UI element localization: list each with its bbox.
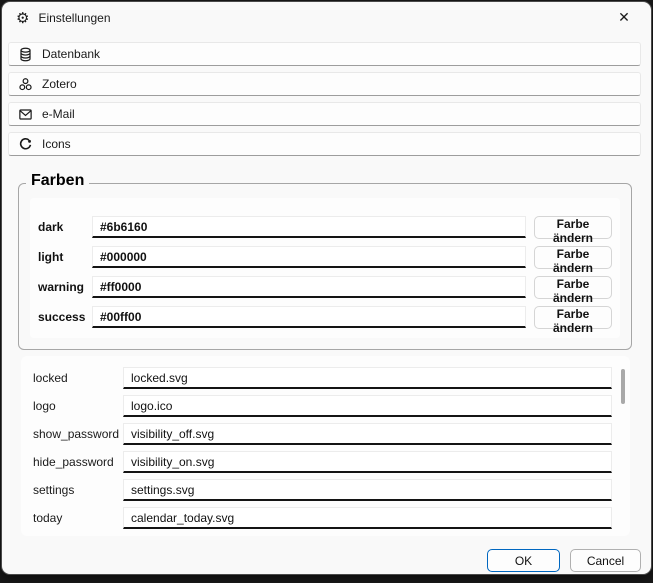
settings-dialog: ⚙ Einstellungen ✕ Datenbank Zotero	[2, 2, 651, 574]
farben-legend: Farben	[26, 172, 89, 190]
farben-panel: dark Farbe ändern light Farbe ändern war…	[30, 198, 620, 338]
section-list: Datenbank Zotero e-Mail Icons	[8, 42, 641, 162]
cancel-button[interactable]: Cancel	[570, 549, 641, 572]
color-input-success[interactable]	[92, 306, 526, 328]
color-row-light: light Farbe ändern	[36, 246, 612, 268]
color-label: success	[36, 310, 92, 324]
icon-row-label: show_password	[33, 427, 123, 441]
close-icon: ✕	[618, 9, 630, 26]
close-button[interactable]: ✕	[601, 2, 647, 33]
icon-row-today: today	[33, 507, 612, 529]
color-row-success: success Farbe ändern	[36, 306, 612, 328]
icon-input-hide-password[interactable]	[123, 451, 612, 473]
change-color-button-light[interactable]: Farbe ändern	[534, 246, 612, 269]
color-label: warning	[36, 280, 92, 294]
sync-icon	[18, 137, 33, 152]
section-label: e-Mail	[42, 107, 75, 121]
section-header-email[interactable]: e-Mail	[8, 102, 641, 126]
section-header-icons[interactable]: Icons	[8, 132, 641, 156]
mail-icon	[18, 107, 33, 122]
section-label: Icons	[42, 137, 71, 151]
icon-input-show-password[interactable]	[123, 423, 612, 445]
section-header-zotero[interactable]: Zotero	[8, 72, 641, 96]
icon-row-settings: settings	[33, 479, 612, 501]
zotero-icon	[18, 77, 33, 92]
change-color-button-success[interactable]: Farbe ändern	[534, 306, 612, 329]
icon-input-locked[interactable]	[123, 367, 612, 389]
icon-row-label: logo	[33, 399, 123, 413]
section-label: Zotero	[42, 77, 77, 91]
color-label: light	[36, 250, 92, 264]
icon-row-label: today	[33, 511, 123, 525]
title-bar[interactable]: ⚙ Einstellungen ✕	[2, 2, 651, 34]
icon-row-hide-password: hide_password	[33, 451, 612, 473]
icon-input-settings[interactable]	[123, 479, 612, 501]
change-color-button-warning[interactable]: Farbe ändern	[534, 276, 612, 299]
window-title: Einstellungen	[38, 11, 110, 25]
color-row-dark: dark Farbe ändern	[36, 216, 612, 238]
gear-icon: ⚙	[16, 11, 29, 26]
section-header-datenbank[interactable]: Datenbank	[8, 42, 641, 66]
icon-row-label: hide_password	[33, 455, 123, 469]
color-input-warning[interactable]	[92, 276, 526, 298]
color-input-light[interactable]	[92, 246, 526, 268]
icon-row-label: locked	[33, 371, 123, 385]
color-row-warning: warning Farbe ändern	[36, 276, 612, 298]
change-color-button-dark[interactable]: Farbe ändern	[534, 216, 612, 239]
ok-button[interactable]: OK	[487, 549, 560, 572]
icon-row-locked: locked	[33, 367, 612, 389]
vertical-scrollbar-thumb[interactable]	[621, 369, 625, 404]
database-icon	[18, 47, 33, 62]
icon-input-today[interactable]	[123, 507, 612, 529]
section-label: Datenbank	[42, 47, 100, 61]
icon-files-panel: locked logo show_password hide_password …	[21, 356, 630, 536]
color-label: dark	[36, 220, 92, 234]
icon-row-label: settings	[33, 483, 123, 497]
icon-row-logo: logo	[33, 395, 612, 417]
farben-groupbox: Farben dark Farbe ändern light Farbe änd…	[18, 183, 632, 350]
icon-row-show-password: show_password	[33, 423, 612, 445]
color-input-dark[interactable]	[92, 216, 526, 238]
icon-input-logo[interactable]	[123, 395, 612, 417]
